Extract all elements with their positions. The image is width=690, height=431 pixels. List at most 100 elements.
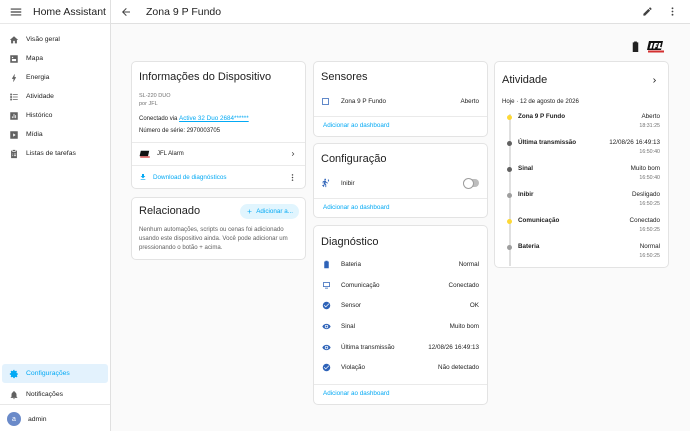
sidebar-item-label: Configurações bbox=[26, 370, 70, 377]
sidebar-item-todo[interactable]: Listas de tarefas bbox=[2, 144, 108, 163]
event-name: Última transmissão bbox=[518, 139, 577, 146]
more-vert-icon[interactable] bbox=[667, 6, 678, 17]
event-dot bbox=[507, 167, 512, 172]
event-name: Sinal bbox=[518, 165, 534, 172]
sidebar-item-media[interactable]: Mídia bbox=[2, 125, 108, 144]
sidebar-item-map[interactable]: Mapa bbox=[2, 49, 108, 68]
diagnostic-row[interactable]: Última transmissão 12/08/26 16:49:13 bbox=[314, 337, 487, 358]
integration-row[interactable]: JFL Alarm bbox=[139, 148, 297, 160]
hub-link[interactable]: Active 32 Duo 2684****** bbox=[179, 115, 249, 122]
diagnostic-row[interactable]: Bateria Normal bbox=[314, 254, 487, 275]
battery-icon bbox=[324, 260, 329, 269]
diagnostic-value: Muito bom bbox=[449, 322, 479, 330]
serial-number: Número de série: 2970003705 bbox=[139, 128, 221, 134]
event-time: 18:31:25 bbox=[639, 123, 660, 129]
event-state: Desligado bbox=[631, 191, 660, 198]
pencil-icon[interactable] bbox=[642, 6, 653, 17]
sidebar-item-logbook[interactable]: Atividade bbox=[2, 87, 108, 106]
sidebar-item-overview[interactable]: Visão geral bbox=[2, 30, 108, 49]
event-time: 16:50:25 bbox=[639, 201, 660, 207]
battery-icon bbox=[632, 41, 639, 52]
sidebar-item-settings[interactable]: Configurações bbox=[2, 364, 108, 383]
event-time: 16:50:25 bbox=[639, 253, 660, 259]
event-name: Comunicação bbox=[518, 217, 560, 224]
device-model: SL-220 DUO bbox=[139, 93, 171, 99]
event-time: 16:50:25 bbox=[639, 227, 660, 233]
play-box-icon bbox=[10, 130, 18, 139]
diagnostic-value: OK bbox=[469, 302, 479, 310]
app-title: Home Assistant bbox=[33, 5, 106, 18]
view-dashboard-icon bbox=[9, 35, 19, 43]
event-dot bbox=[507, 141, 512, 146]
diagnostic-row[interactable]: Violação Não detectado bbox=[314, 357, 487, 378]
chevron-right-icon bbox=[291, 152, 295, 156]
event-state: Aberto bbox=[641, 113, 660, 120]
eye-icon bbox=[322, 323, 331, 330]
map-icon bbox=[10, 54, 18, 63]
sidebar-item-label: Listas de tarefas bbox=[26, 150, 76, 157]
jfl-logo-icon bbox=[139, 150, 150, 158]
event-name: Bateria bbox=[518, 243, 540, 250]
check-circle-icon bbox=[322, 301, 331, 310]
motion-sensor-icon bbox=[322, 178, 330, 188]
config-name: Inibir bbox=[341, 179, 355, 187]
inhibit-toggle[interactable] bbox=[463, 177, 479, 189]
add-related-button[interactable]: Adicionar a... bbox=[240, 204, 299, 219]
device-info-card: Informações do Dispositivo SL-220 DUO po… bbox=[131, 61, 306, 189]
sidebar-item-history[interactable]: Histórico bbox=[2, 106, 108, 125]
lightning-icon bbox=[11, 73, 17, 82]
monitor-icon bbox=[323, 281, 330, 289]
sensor-value: Aberto bbox=[460, 97, 479, 105]
sensors-title: Sensores bbox=[321, 71, 368, 83]
sidebar-item-label: Visão geral bbox=[26, 36, 60, 43]
chart-box-icon bbox=[10, 111, 18, 120]
download-diagnostics-button[interactable]: Download de diagnósticos bbox=[139, 173, 227, 181]
device-manufacturer: por JFL bbox=[139, 101, 158, 107]
arrow-back-icon[interactable] bbox=[120, 6, 132, 18]
sidebar-item-label: Histórico bbox=[26, 112, 53, 119]
event-dot bbox=[507, 193, 512, 198]
diagnostic-name: Sensor bbox=[341, 302, 361, 310]
sidebar-header: Home Assistant bbox=[0, 0, 110, 24]
diagnostic-name: Violação bbox=[341, 364, 366, 372]
clipboard-list-icon bbox=[11, 149, 17, 158]
diagnostic-row[interactable]: Sinal Muito bom bbox=[314, 316, 487, 337]
diagnostic-card: Diagnóstico Bateria Normal Comunicação C… bbox=[313, 225, 488, 405]
sidebar: Home Assistant Visão geral Mapa Energia … bbox=[0, 0, 111, 431]
add-to-dashboard-link[interactable]: Adicionar ao dashboard bbox=[323, 390, 390, 397]
menu-icon[interactable] bbox=[9, 5, 23, 19]
add-to-dashboard-link[interactable]: Adicionar ao dashboard bbox=[323, 122, 390, 129]
diagnostic-name: Bateria bbox=[341, 260, 361, 268]
connected-prefix: Conectado via bbox=[139, 116, 180, 122]
sidebar-item-label: Atividade bbox=[26, 93, 54, 100]
related-title: Relacionado bbox=[139, 205, 201, 217]
event-name: Zona 9 P Fundo bbox=[518, 113, 566, 120]
more-vert-icon[interactable] bbox=[288, 173, 297, 182]
device-status-icons bbox=[632, 40, 666, 53]
diagnostic-value: 12/08/26 16:49:13 bbox=[428, 343, 479, 351]
diagnostic-value: Conectado bbox=[448, 281, 479, 289]
event-state: Conectado bbox=[629, 217, 660, 224]
event-state: Normal bbox=[639, 243, 660, 250]
sidebar-item-label: Notificações bbox=[26, 391, 64, 398]
sidebar-item-energy[interactable]: Energia bbox=[2, 68, 108, 87]
diagnostic-name: Comunicação bbox=[341, 281, 380, 289]
diagnostic-row[interactable]: Sensor OK bbox=[314, 295, 487, 316]
sidebar-item-notifications[interactable]: Notificações bbox=[2, 385, 108, 404]
bell-icon bbox=[10, 390, 18, 399]
integration-name: JFL Alarm bbox=[157, 151, 184, 157]
diagnostic-value: Normal bbox=[458, 260, 479, 268]
sensor-row[interactable]: Zona 9 P Fundo Aberto bbox=[321, 95, 479, 107]
diagnostic-row[interactable]: Comunicação Conectado bbox=[314, 275, 487, 296]
format-list-icon bbox=[10, 93, 18, 100]
add-related-label: Adicionar a... bbox=[256, 208, 293, 215]
config-row[interactable]: Inibir bbox=[321, 177, 479, 189]
sidebar-item-profile[interactable]: a admin bbox=[2, 407, 108, 431]
chevron-right-icon[interactable] bbox=[650, 76, 659, 85]
event-time: 16:50:40 bbox=[639, 175, 660, 181]
check-circle-icon bbox=[322, 364, 331, 372]
configuration-title: Configuração bbox=[321, 153, 387, 165]
gear-icon bbox=[9, 369, 18, 378]
add-to-dashboard-link[interactable]: Adicionar ao dashboard bbox=[323, 204, 390, 211]
event-state: 12/08/26 16:49:13 bbox=[609, 139, 660, 146]
